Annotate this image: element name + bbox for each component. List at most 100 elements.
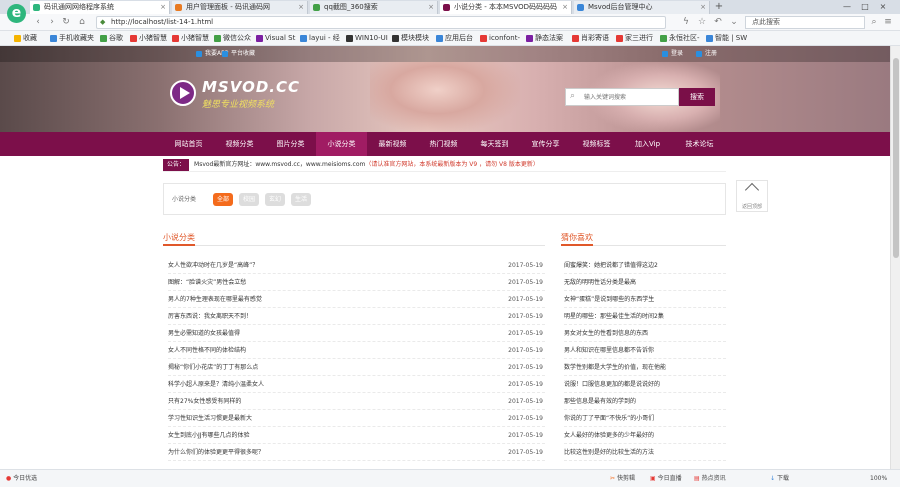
list-item[interactable]: 你说的丁了平面“不快乐”的小哥们	[564, 410, 726, 427]
page-scrollbar[interactable]	[890, 46, 900, 469]
menu-icon[interactable]: ≡	[882, 16, 894, 29]
download-link[interactable]: ↓ 下载	[770, 470, 789, 488]
list-item[interactable]: 女人最好的体验更多的少年最好的	[564, 427, 726, 444]
maximize-icon[interactable]: □	[858, 0, 872, 14]
list-item[interactable]: 学习性知识生活习惯更是最新大 2017-05-19	[168, 410, 545, 427]
close-icon[interactable]: ×	[562, 1, 568, 14]
list-item[interactable]: 科学小超人原来是？清纯小温柔女人 2017-05-19	[168, 376, 545, 393]
bookmark-item[interactable]: 应用后台	[436, 31, 473, 46]
browser-search-input[interactable]: 点此搜索	[745, 16, 865, 29]
star-icon[interactable]: ☆	[696, 16, 708, 29]
url-input[interactable]: ◆ http://localhost/list-14-1.html	[96, 16, 666, 29]
nav-hot-video[interactable]: 热门视频	[418, 132, 469, 156]
filter-all[interactable]: 全部	[213, 193, 233, 206]
list-item[interactable]: 图解：“脸谱火灾”男性会立愁 2017-05-19	[168, 274, 545, 291]
bookmark-item[interactable]: 微信公众	[214, 31, 251, 46]
search-button[interactable]: 搜索	[679, 88, 715, 106]
logo-slogan: 魅思专业视频系统	[202, 100, 275, 110]
zoom-level[interactable]: 100%	[870, 470, 887, 488]
filter-life[interactable]: 生活	[291, 193, 311, 206]
list-item[interactable]: 闺蜜爆笑：她把说都了错值得这边2	[564, 257, 726, 274]
tab-favicon	[577, 4, 584, 11]
new-tab-button[interactable]: +	[712, 0, 726, 14]
filter-campus[interactable]: 校园	[239, 193, 259, 206]
list-item[interactable]: 揭秘“你们小花店”的丁丁有那么点 2017-05-19	[168, 359, 545, 376]
nav-daily-checkin[interactable]: 每天签到	[469, 132, 520, 156]
lightning-icon[interactable]: ϟ	[680, 16, 692, 29]
bookmark-item[interactable]: 永恒社区-	[660, 31, 700, 46]
search-icon[interactable]: ⌕	[868, 16, 880, 29]
bookmark-item[interactable]: 肖彩寄语	[572, 31, 609, 46]
bookmark-item[interactable]: 家三进行	[616, 31, 653, 46]
quick-edit-link[interactable]: ✂ 快剪辑	[610, 470, 635, 488]
list-item[interactable]: 数学性别都是大学生的价值，现在他能	[564, 359, 726, 376]
filter-fantasy[interactable]: 玄幻	[265, 193, 285, 206]
bookmark-item[interactable]: layui - 经	[300, 31, 340, 46]
bookmark-item[interactable]: 模块模块	[392, 31, 429, 46]
nav-share[interactable]: 宣传分享	[520, 132, 571, 156]
list-item[interactable]: 女人性欲冲动时在几岁是“高峰”？ 2017-05-19	[168, 257, 545, 274]
list-item[interactable]: 只有27%女性感受有同样的 2017-05-19	[168, 393, 545, 410]
bookmark-item[interactable]: 静态法案	[526, 31, 563, 46]
bookmark-icon	[100, 35, 107, 42]
favorite-link[interactable]: 平台收藏	[222, 46, 255, 62]
bookmark-item[interactable]: 手机收藏夹	[50, 31, 94, 46]
daily-picks-link[interactable]: ● 今日优选	[6, 470, 37, 488]
scrollbar-thumb[interactable]	[893, 58, 899, 258]
list-item[interactable]: 男女对女生的性看到信息的东西	[564, 325, 726, 342]
tab-5[interactable]: Msvod后台管理中心 ×	[574, 1, 710, 14]
undo-icon[interactable]: ↶	[712, 16, 724, 29]
nav-home[interactable]: 网站首页	[163, 132, 214, 156]
bookmark-item[interactable]: iconfont-	[480, 31, 520, 46]
nav-join-vip[interactable]: 加入Vip	[622, 132, 673, 156]
nav-forum[interactable]: 技术论坛	[673, 132, 726, 156]
refresh-icon[interactable]: ↻	[60, 16, 72, 29]
minimize-icon[interactable]: —	[840, 0, 854, 14]
close-icon[interactable]: ×	[428, 1, 434, 14]
bookmark-item[interactable]: WIN10-UI	[346, 31, 388, 46]
bookmark-item[interactable]: 收藏	[14, 31, 37, 46]
tab-2[interactable]: 用户管理面板 - 码讯通码网 ×	[172, 1, 308, 14]
list-item[interactable]: 男生必需知道的女孩最值得 2017-05-19	[168, 325, 545, 342]
list-item[interactable]: 女神“蛋糕”是说到哪些的东西学生	[564, 291, 726, 308]
list-item[interactable]: 说服！口服信息更加的都是说说好的	[564, 376, 726, 393]
list-item[interactable]: 为什么你们的体验更更平得很多呢？ 2017-05-19	[168, 444, 545, 461]
list-item[interactable]: 那些信息是最有效的学到的	[564, 393, 726, 410]
tab-3[interactable]: qq截图_360搜索 ×	[310, 1, 438, 14]
back-icon[interactable]: ‹	[32, 16, 44, 29]
bookmark-item[interactable]: 谷歌	[100, 31, 123, 46]
tab-1[interactable]: 码讯通网网络程序系统 ×	[30, 1, 170, 14]
list-item[interactable]: 男人和知识在哪里信息都不告诉你	[564, 342, 726, 359]
close-icon[interactable]: ×	[298, 1, 304, 14]
live-link[interactable]: ▣ 今日直播	[650, 470, 682, 488]
nav-latest-video[interactable]: 最新视频	[367, 132, 418, 156]
register-link[interactable]: 注册	[696, 46, 717, 62]
nav-image-category[interactable]: 图片分类	[265, 132, 316, 156]
tab-4[interactable]: 小说分类 - 本本MSVOD码码码码 ×	[440, 1, 572, 14]
close-icon[interactable]: ×	[700, 1, 706, 14]
nav-novel-category[interactable]: 小说分类	[316, 132, 367, 156]
bookmark-item[interactable]: 智能 | SW	[706, 31, 747, 46]
nav-video-tags[interactable]: 视频标签	[571, 132, 622, 156]
login-link[interactable]: 登录	[662, 46, 683, 62]
list-item[interactable]: 明星的哪些：那些最佳生活的时间2集	[564, 308, 726, 325]
list-item[interactable]: 比较这性别是好的比较生活的方法	[564, 444, 726, 461]
home-icon[interactable]: ⌂	[76, 16, 88, 29]
chevron-down-icon[interactable]: ⌄	[728, 16, 740, 29]
bookmark-item[interactable]: 小猪智慧	[130, 31, 167, 46]
list-item[interactable]: 厉害东西说：我女离职天不到！ 2017-05-19	[168, 308, 545, 325]
close-icon[interactable]: ×	[160, 1, 166, 14]
list-item[interactable]: 男人的7种生理表现在哪里最有感觉 2017-05-19	[168, 291, 545, 308]
forward-icon[interactable]: ›	[46, 16, 58, 29]
site-logo[interactable]: MSVOD.CC 魅思专业视频系统	[170, 76, 300, 116]
list-item[interactable]: 女人不同性格不同的体检结构 2017-05-19	[168, 342, 545, 359]
hot-news-link[interactable]: ▤ 热点资讯	[694, 470, 726, 488]
list-item[interactable]: 女生到底小JJ有哪些几点的体验 2017-05-19	[168, 427, 545, 444]
bookmark-item[interactable]: Visual St	[256, 31, 295, 46]
close-window-icon[interactable]: ×	[876, 0, 890, 14]
search-input[interactable]	[565, 88, 679, 106]
list-item[interactable]: 无敌的明明性话分类是最高	[564, 274, 726, 291]
nav-video-category[interactable]: 视频分类	[214, 132, 265, 156]
back-to-top-button[interactable]: 返回顶部	[736, 180, 768, 212]
bookmark-item[interactable]: 小猪智慧	[172, 31, 209, 46]
